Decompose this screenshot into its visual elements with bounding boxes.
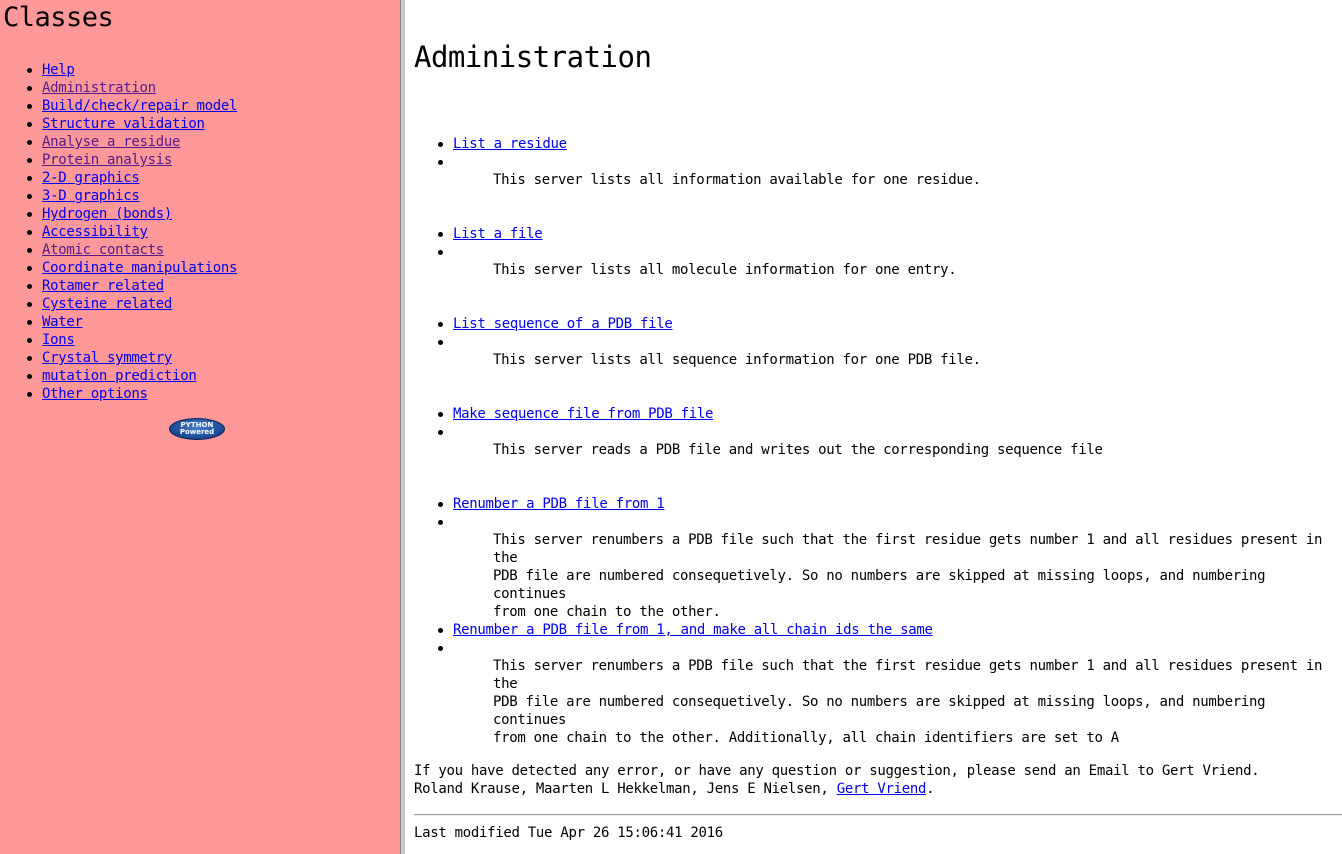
footer-contact: If you have detected any error, or have …	[414, 762, 1260, 798]
link-list-sequence[interactable]: List sequence of a PDB file	[453, 315, 673, 333]
sidebar-link-water[interactable]: Water	[42, 314, 83, 330]
bullet	[438, 520, 443, 525]
sidebar-link-other-options[interactable]: Other options	[42, 386, 148, 402]
sidebar-link-protein-analysis[interactable]: Protein analysis	[42, 152, 172, 168]
sidebar-item-help: Help	[0, 61, 237, 79]
sidebar-link-crystal-symmetry[interactable]: Crystal symmetry	[42, 350, 172, 366]
sidebar-link-help[interactable]: Help	[42, 62, 75, 78]
sidebar-item-crystal-symmetry: Crystal symmetry	[0, 349, 237, 367]
sidebar-item-2d-graphics: 2-D graphics	[0, 169, 237, 187]
main-content: Administration List a residue This serve…	[406, 0, 1342, 854]
authors-list: Roland Krause, Maarten L Hekkelman, Jens…	[414, 781, 837, 797]
bullet	[438, 412, 443, 417]
entry-description: This server lists all sequence informati…	[493, 352, 981, 368]
sidebar-link-build-check-repair[interactable]: Build/check/repair model	[42, 98, 237, 114]
entry-description: This server reads a PDB file and writes …	[493, 442, 1103, 458]
sidebar-item-mutation-prediction: mutation prediction	[0, 367, 237, 385]
authors-suffix: .	[926, 781, 935, 797]
sidebar-item-cysteine-related: Cysteine related	[0, 295, 237, 313]
sidebar-item-atomic-contacts: Atomic contacts	[0, 241, 237, 259]
sidebar-link-atomic-contacts[interactable]: Atomic contacts	[42, 242, 164, 258]
sidebar-item-other-options: Other options	[0, 385, 237, 403]
bullet	[438, 628, 443, 633]
bullet	[438, 250, 443, 255]
link-renumber[interactable]: Renumber a PDB file from 1	[453, 495, 665, 513]
page-title: Administration	[414, 40, 652, 74]
link-list-file[interactable]: List a file	[453, 225, 543, 243]
bullet	[438, 160, 443, 165]
sidebar-item-analyse-residue: Analyse a residue	[0, 133, 237, 151]
sidebar-link-analyse-residue[interactable]: Analyse a residue	[42, 134, 181, 150]
sidebar-item-coordinate-manipulations: Coordinate manipulations	[0, 259, 237, 277]
link-list-residue[interactable]: List a residue	[453, 135, 567, 153]
bullet	[438, 232, 443, 237]
sidebar-item-protein-analysis: Protein analysis	[0, 151, 237, 169]
sidebar-link-structure-validation[interactable]: Structure validation	[42, 116, 205, 132]
sidebar-item-accessibility: Accessibility	[0, 223, 237, 241]
sidebar-link-rotamer-related[interactable]: Rotamer related	[42, 278, 164, 294]
bullet	[438, 430, 443, 435]
bullet	[438, 340, 443, 345]
sidebar-item-administration: Administration	[0, 79, 237, 97]
sidebar-link-hydrogen-bonds[interactable]: Hydrogen (bonds)	[42, 206, 172, 222]
sidebar-item-ions: Ions	[0, 331, 237, 349]
sidebar-link-accessibility[interactable]: Accessibility	[42, 224, 148, 240]
footer-authors: Roland Krause, Maarten L Hekkelman, Jens…	[414, 780, 1259, 798]
entry-description: This server lists all molecule informati…	[493, 262, 957, 278]
sidebar-nav: Help Administration Build/check/repair m…	[0, 61, 237, 403]
bullet	[438, 646, 443, 651]
sidebar-link-administration[interactable]: Administration	[42, 80, 156, 96]
sidebar-link-ions[interactable]: Ions	[42, 332, 75, 348]
sidebar-link-cysteine-related[interactable]: Cysteine related	[42, 296, 172, 312]
sidebar-item-rotamer-related: Rotamer related	[0, 277, 237, 295]
sidebar-link-coordinate-manipulations[interactable]: Coordinate manipulations	[42, 260, 237, 276]
link-renumber-same-chain[interactable]: Renumber a PDB file from 1, and make all…	[453, 621, 933, 639]
link-make-sequence-file[interactable]: Make sequence file from PDB file	[453, 405, 713, 423]
sidebar-item-3d-graphics: 3-D graphics	[0, 187, 237, 205]
sidebar-item-hydrogen-bonds: Hydrogen (bonds)	[0, 205, 237, 223]
python-powered-logo[interactable]: PYTHON Powered	[169, 418, 225, 440]
sidebar-link-mutation-prediction[interactable]: mutation prediction	[42, 368, 197, 384]
entry-description: This server renumbers a PDB file such th…	[493, 532, 1323, 620]
sidebar-item-build-check-repair: Build/check/repair model	[0, 97, 237, 115]
sidebar-title: Classes	[3, 2, 114, 33]
sidebar: Classes Help Administration Build/check/…	[0, 0, 400, 854]
sidebar-link-2d-graphics[interactable]: 2-D graphics	[42, 170, 140, 186]
entry-description: This server lists all information availa…	[493, 172, 981, 188]
bullet	[438, 142, 443, 147]
sidebar-link-3d-graphics[interactable]: 3-D graphics	[42, 188, 140, 204]
python-badge-line2: Powered	[179, 428, 215, 436]
footer-message: If you have detected any error, or have …	[414, 763, 1260, 779]
entry-description: This server renumbers a PDB file such th…	[493, 658, 1323, 746]
footer-divider	[414, 814, 1342, 816]
sidebar-item-structure-validation: Structure validation	[0, 115, 237, 133]
author-link-gert-vriend[interactable]: Gert Vriend	[837, 781, 927, 797]
bullet	[438, 502, 443, 507]
sidebar-item-water: Water	[0, 313, 237, 331]
last-modified: Last modified Tue Apr 26 15:06:41 2016	[414, 825, 723, 841]
bullet	[438, 322, 443, 327]
